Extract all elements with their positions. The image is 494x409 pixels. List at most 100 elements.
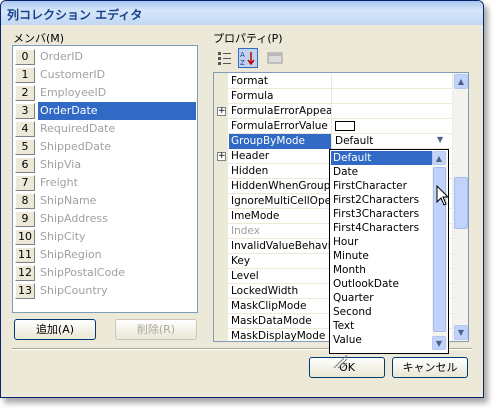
- categorized-icon: [218, 52, 231, 65]
- dropdown-option[interactable]: First2Characters: [331, 193, 432, 207]
- mouse-cursor-icon: [436, 185, 450, 206]
- color-swatch: [335, 121, 355, 131]
- dropdown-option[interactable]: Minute: [331, 249, 432, 263]
- title-bar[interactable]: 列コレクション エディタ: [1, 1, 483, 25]
- member-name: ShipCountry: [40, 284, 108, 297]
- property-value[interactable]: Default: [332, 134, 454, 149]
- dropdown-option[interactable]: Month: [331, 263, 432, 277]
- member-row[interactable]: 8 ShipName: [14, 192, 196, 210]
- property-grid-scrollbar[interactable]: ▲ ▼: [452, 73, 468, 341]
- property-row[interactable]: Format: [214, 74, 454, 89]
- member-name: ShipAddress: [40, 212, 108, 225]
- group-by-mode-dropdown[interactable]: Default Date FirstCharacter First2Charac…: [329, 149, 449, 369]
- member-row[interactable]: 12 ShipPostalCode: [14, 264, 196, 282]
- expand-icon[interactable]: +: [217, 152, 226, 161]
- property-name: Key: [229, 254, 332, 269]
- property-name: GroupByMode: [229, 134, 332, 149]
- property-row[interactable]: FormulaErrorValue: [214, 119, 454, 134]
- member-index: 10: [15, 229, 35, 245]
- property-name: Index: [229, 224, 332, 239]
- member-name: Freight: [40, 176, 78, 189]
- property-name: Formula: [229, 89, 332, 104]
- remove-button[interactable]: 削除(R): [115, 319, 197, 340]
- member-row[interactable]: 13 ShipCountry: [14, 282, 196, 300]
- property-name: Header: [229, 149, 332, 164]
- scroll-thumb[interactable]: [454, 177, 468, 229]
- property-row[interactable]: + FormulaErrorAppear: [214, 104, 454, 119]
- dropdown-arrow-icon[interactable]: ▼: [437, 135, 443, 144]
- property-value[interactable]: [332, 104, 454, 119]
- dropdown-scroll-up-icon[interactable]: ▲: [432, 151, 446, 165]
- property-pages-icon: [267, 52, 283, 64]
- dropdown-option[interactable]: Value: [331, 333, 432, 347]
- property-name: IgnoreMultiCellOper: [231, 194, 332, 209]
- dropdown-option[interactable]: Quarter: [331, 291, 432, 305]
- alphabetical-button[interactable]: AZ: [238, 48, 258, 68]
- dropdown-option[interactable]: First4Characters: [331, 221, 432, 235]
- window-title: 列コレクション エディタ: [7, 8, 143, 22]
- property-name: FormulaErrorValue: [229, 119, 332, 134]
- member-name: OrderDate: [38, 102, 196, 120]
- dropdown-option[interactable]: First3Characters: [331, 207, 432, 221]
- dropdown-option[interactable]: Second: [331, 305, 432, 319]
- member-row[interactable]: 4 RequiredDate: [14, 120, 196, 138]
- member-index: 5: [15, 139, 35, 155]
- member-index: 11: [15, 247, 35, 263]
- dropdown-option-selected[interactable]: Default: [331, 151, 432, 165]
- property-pages-button[interactable]: [265, 48, 285, 68]
- property-name: MaskDataMode: [229, 314, 332, 329]
- dropdown-scroll-down-icon[interactable]: ▼: [432, 336, 446, 350]
- member-row[interactable]: 7 Freight: [14, 174, 196, 192]
- member-row-selected[interactable]: 3 OrderDate: [14, 102, 196, 120]
- expand-icon[interactable]: +: [217, 107, 226, 116]
- dropdown-option[interactable]: OutlookDate: [331, 277, 432, 291]
- member-index: 9: [15, 211, 35, 227]
- dropdown-option[interactable]: Hour: [331, 235, 432, 249]
- member-name: OrderID: [40, 50, 83, 63]
- svg-text:A: A: [240, 51, 245, 59]
- scroll-up-icon[interactable]: ▲: [454, 74, 468, 89]
- property-row[interactable]: Formula: [214, 89, 454, 104]
- property-name: Level: [229, 269, 332, 284]
- member-name: RequiredDate: [40, 122, 116, 135]
- member-row[interactable]: 6 ShipVia: [14, 156, 196, 174]
- resize-grip-icon[interactable]: [332, 353, 348, 369]
- property-name: HiddenWhenGroupB: [231, 179, 332, 194]
- property-value[interactable]: [332, 89, 454, 104]
- property-value[interactable]: [332, 74, 454, 89]
- member-list[interactable]: 0 OrderID 1 CustomerID 2 EmployeeID 3 OrderD…: [12, 45, 198, 313]
- member-index: 6: [15, 157, 35, 173]
- dropdown-option[interactable]: Date: [331, 165, 432, 179]
- member-index: 12: [15, 265, 35, 281]
- property-value[interactable]: [332, 119, 454, 134]
- categorized-button[interactable]: [215, 48, 235, 68]
- dropdown-option[interactable]: FirstCharacter: [331, 179, 432, 193]
- member-name: CustomerID: [40, 68, 106, 81]
- member-row[interactable]: 10 ShipCity: [14, 228, 196, 246]
- sort-alphabetical-icon: AZ: [240, 51, 255, 67]
- dropdown-option[interactable]: Text: [331, 319, 432, 333]
- property-row-selected[interactable]: GroupByMode Default ▼: [214, 134, 454, 149]
- member-row[interactable]: 11 ShipRegion: [14, 246, 196, 264]
- member-row[interactable]: 9 ShipAddress: [14, 210, 196, 228]
- member-row[interactable]: 2 EmployeeID: [14, 84, 196, 102]
- member-index: 13: [15, 283, 35, 299]
- member-name: EmployeeID: [40, 86, 107, 99]
- properties-label: プロパティ(P): [213, 32, 283, 45]
- member-name: ShippedDate: [40, 140, 112, 153]
- property-name: ImeMode: [229, 209, 332, 224]
- member-index: 4: [15, 121, 35, 137]
- member-row[interactable]: 1 CustomerID: [14, 66, 196, 84]
- member-name: ShipName: [40, 194, 97, 207]
- cancel-button[interactable]: キャンセル: [392, 357, 468, 378]
- scroll-down-icon[interactable]: ▼: [454, 325, 468, 340]
- member-row[interactable]: 5 ShippedDate: [14, 138, 196, 156]
- member-index: 8: [15, 193, 35, 209]
- member-index: 0: [15, 49, 35, 65]
- dropdown-scrollbar[interactable]: ▲ ▼: [432, 151, 447, 350]
- property-name: FormulaErrorAppear: [231, 104, 332, 119]
- add-button[interactable]: 追加(A): [14, 319, 96, 340]
- members-label: メンバ(M): [13, 32, 65, 45]
- property-name: MaskDisplayMode: [229, 329, 332, 341]
- member-row[interactable]: 0 OrderID: [14, 48, 196, 66]
